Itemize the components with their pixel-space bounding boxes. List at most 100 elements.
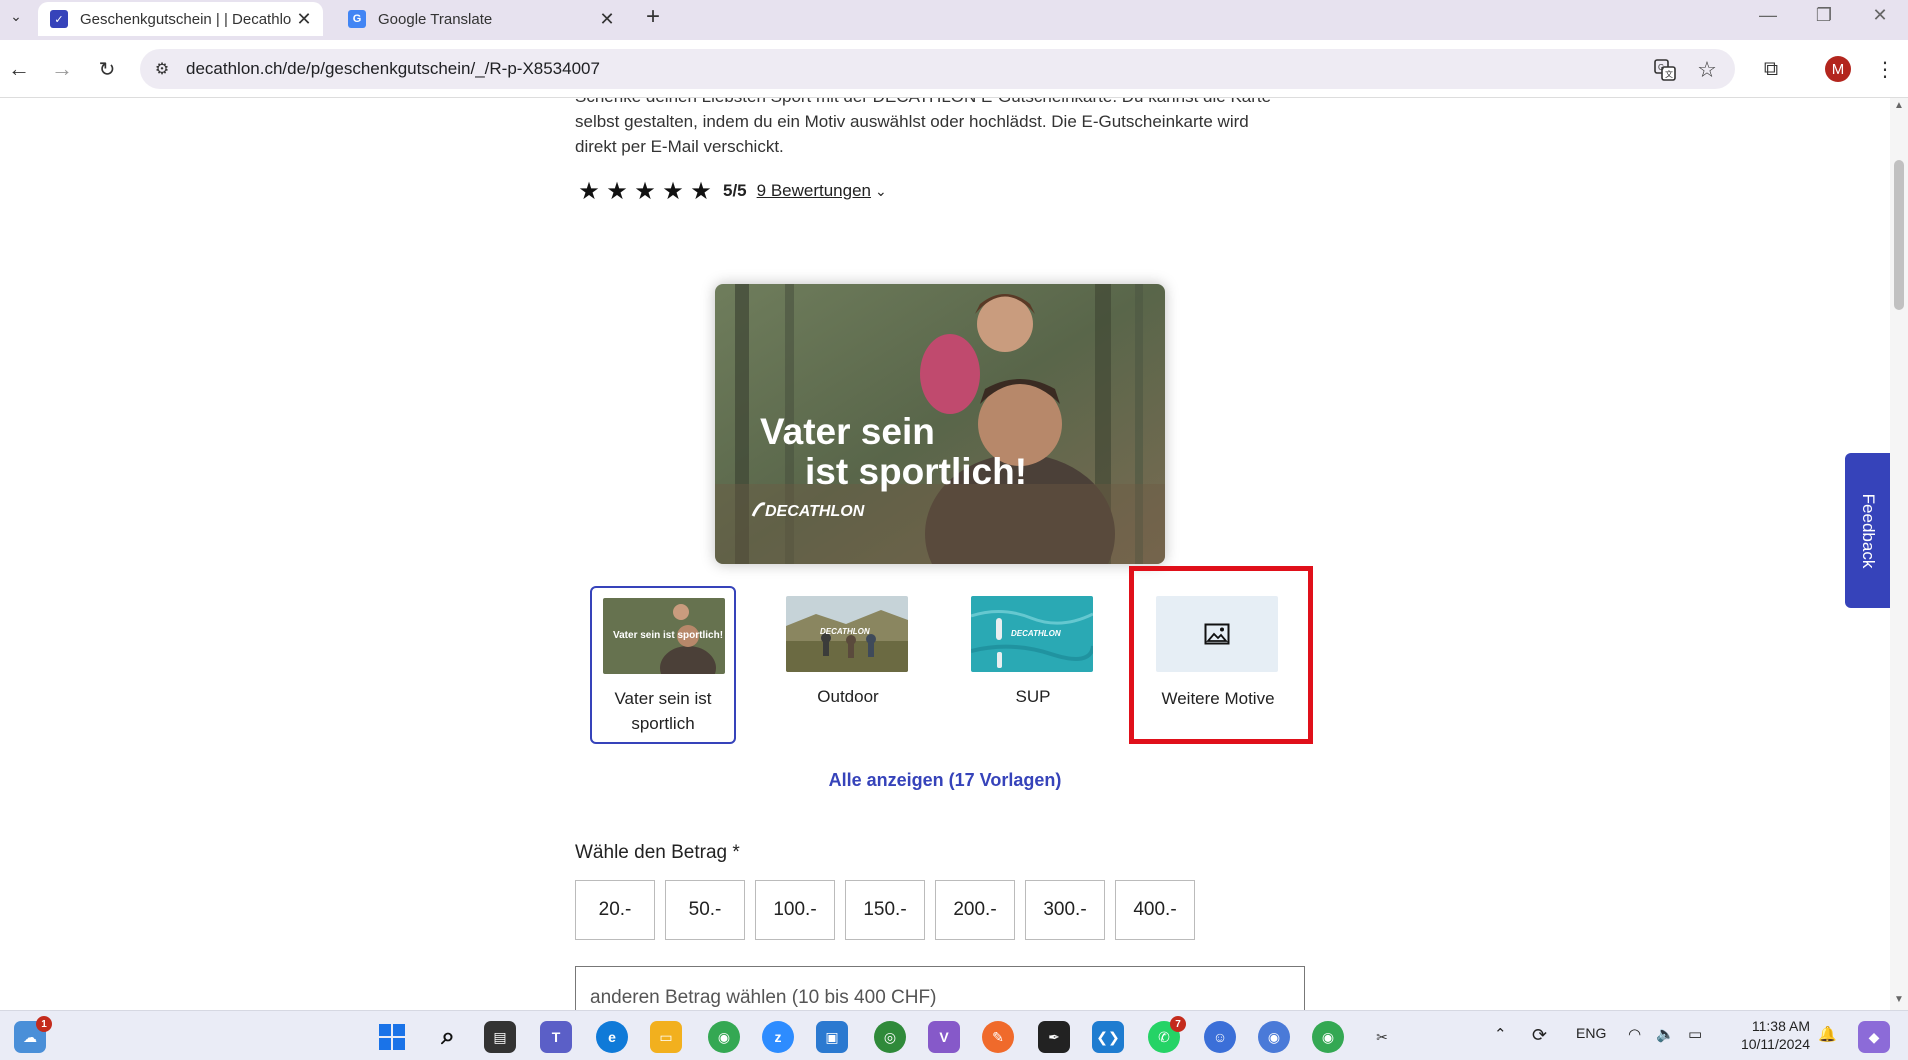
clock[interactable]: 11:38 AM 10/11/2024 xyxy=(1728,1017,1810,1053)
page-scrollbar[interactable]: ▲ ▼ xyxy=(1890,98,1908,1010)
rating-score: 5/5 xyxy=(723,181,747,200)
close-window-icon[interactable]: ✕ xyxy=(1852,0,1908,30)
minimize-icon[interactable]: — xyxy=(1740,0,1796,30)
decathlon-favicon-icon: ✓ xyxy=(50,10,68,28)
hero-line2: ist sportlich! xyxy=(805,451,1027,492)
tab-decathlon[interactable]: ✓ Geschenkgutschein | | Decathlo ✕ xyxy=(38,2,323,36)
thumb-sup: DECATHLON xyxy=(971,596,1093,672)
reload-icon[interactable]: ↻ xyxy=(92,54,122,84)
weather-widget-icon[interactable]: ☁ 1 xyxy=(14,1016,52,1053)
profile-avatar[interactable]: M xyxy=(1825,56,1851,82)
back-icon[interactable]: ← xyxy=(4,54,34,84)
scroll-down-icon[interactable]: ▼ xyxy=(1893,994,1905,1006)
whatsapp-icon[interactable]: ✆ 7 xyxy=(1148,1016,1186,1053)
page-content: Schenke deinen Liebsten Sport mit der DE… xyxy=(0,98,1890,1010)
bookmark-star-icon[interactable]: ☆ xyxy=(1694,57,1720,83)
tab-search-chevron-icon[interactable]: ⌄ xyxy=(4,4,28,28)
star-icon: ★ xyxy=(578,177,600,205)
url-text[interactable]: decathlon.ch/de/p/geschenkgutschein/_/R-… xyxy=(186,59,600,79)
thumb-outdoor-brand: DECATHLON xyxy=(820,627,870,636)
clock-date: 10/11/2024 xyxy=(1740,1036,1810,1052)
search-icon[interactable]: ⌕ xyxy=(432,1021,464,1053)
notification-bell-icon[interactable]: 🔔 xyxy=(1818,1025,1837,1043)
menu-kebab-icon[interactable]: ⋮ xyxy=(1870,54,1900,84)
paint-icon[interactable]: ✎ xyxy=(982,1021,1014,1053)
close-tab-icon[interactable]: ✕ xyxy=(293,8,315,30)
file-explorer-icon[interactable]: ▭ xyxy=(650,1021,682,1053)
other-amount-input[interactable]: anderen Betrag wählen (10 bis 400 CHF) xyxy=(575,966,1305,1010)
restore-icon[interactable]: ❐ xyxy=(1796,0,1852,30)
remote-desktop-icon[interactable]: ▣ xyxy=(816,1021,848,1053)
clock-time: 11:38 AM xyxy=(1751,1018,1810,1034)
star-icon: ★ xyxy=(662,177,684,205)
teams-badge: 7 xyxy=(1170,1016,1186,1032)
windows-taskbar: ☁ 1 ⌕ ▤ T e ▭ ◉ z ▣ ◎ V ✎ ✒ ❮❯ ✆ 7 ☺ ◉ ◉ ✂… xyxy=(0,1010,1908,1060)
tab-strip: ⌄ ✓ Geschenkgutschein | | Decathlo ✕ G G… xyxy=(0,0,1908,40)
snipping-tool-icon[interactable]: ✂ xyxy=(1366,1021,1398,1053)
amount-button[interactable]: 150.- xyxy=(845,880,925,940)
sync-icon[interactable]: ⟳ xyxy=(1532,1025,1547,1046)
wifi-icon[interactable]: ◠ xyxy=(1628,1025,1641,1043)
star-icon: ★ xyxy=(634,177,656,205)
app-icon[interactable]: ◎ xyxy=(874,1021,906,1053)
chevron-up-icon[interactable]: ⌃ xyxy=(1494,1025,1507,1043)
browser-toolbar: ← → ↻ ⚙ decathlon.ch/de/p/geschenkgutsch… xyxy=(0,40,1908,98)
battery-icon[interactable]: ▭ xyxy=(1688,1025,1702,1043)
site-info-icon[interactable]: ⚙ xyxy=(150,57,174,81)
amount-button[interactable]: 200.- xyxy=(935,880,1015,940)
amount-button[interactable]: 50.- xyxy=(665,880,745,940)
teams-icon[interactable]: T xyxy=(540,1021,572,1053)
scrollbar-thumb[interactable] xyxy=(1894,160,1904,310)
design-tile-sup[interactable]: DECATHLON SUP xyxy=(960,586,1106,744)
show-all-templates-link[interactable]: Alle anzeigen (17 Vorlagen) xyxy=(0,770,1890,791)
star-icon: ★ xyxy=(690,177,712,205)
hero-brand: DECATHLON xyxy=(765,503,865,520)
chrome-icon[interactable]: ◉ xyxy=(708,1021,740,1053)
scroll-up-icon[interactable]: ▲ xyxy=(1893,100,1905,112)
zoom-icon[interactable]: z xyxy=(762,1021,794,1053)
close-tab-icon[interactable]: ✕ xyxy=(596,8,618,30)
svg-text:G: G xyxy=(1658,63,1664,72)
weather-badge: 1 xyxy=(36,1016,52,1032)
start-menu-icon[interactable] xyxy=(376,1021,408,1053)
design-tile-outdoor[interactable]: DECATHLON Outdoor xyxy=(775,586,921,744)
pen-app-icon[interactable]: ✒ xyxy=(1038,1021,1070,1053)
amount-button[interactable]: 400.- xyxy=(1115,880,1195,940)
translate-page-icon[interactable]: G文 xyxy=(1652,57,1678,83)
task-view-icon[interactable]: ▤ xyxy=(484,1021,516,1053)
google-translate-favicon-icon: G xyxy=(348,10,366,28)
tab-google-translate[interactable]: G Google Translate ✕ xyxy=(336,2,626,36)
chrome-profile-icon[interactable]: ◉ xyxy=(1312,1021,1344,1053)
intro-text: Schenke deinen Liebsten Sport mit der DE… xyxy=(575,98,1271,156)
forward-icon[interactable]: → xyxy=(47,54,77,84)
amount-button[interactable]: 20.- xyxy=(575,880,655,940)
feedback-label: Feedback xyxy=(1858,493,1878,568)
feedback-tab[interactable]: Feedback xyxy=(1845,453,1890,608)
copilot-icon[interactable]: ◆ xyxy=(1858,1021,1890,1053)
chevron-down-icon[interactable]: ⌄ xyxy=(875,183,887,200)
tab-title: Google Translate xyxy=(378,10,493,28)
tab-title: Geschenkgutschein | | Decathlo xyxy=(80,10,292,28)
thumb-sup-brand: DECATHLON xyxy=(1011,629,1061,638)
volume-icon[interactable]: 🔈 xyxy=(1656,1025,1675,1043)
reviews-link[interactable]: 9 Bewertungen xyxy=(757,181,871,201)
vscode-icon[interactable]: ❮❯ xyxy=(1092,1021,1124,1053)
amount-button[interactable]: 300.- xyxy=(1025,880,1105,940)
extensions-icon[interactable]: ⧉ xyxy=(1756,54,1786,84)
visual-studio-icon[interactable]: V xyxy=(928,1021,960,1053)
edge-icon[interactable]: e xyxy=(596,1021,628,1053)
language-indicator[interactable]: ENG xyxy=(1576,1025,1606,1041)
thumb-vater-text: Vater sein ist sportlich! xyxy=(613,630,723,641)
gift-card-preview: Vater sein ist sportlich! DECATHLON xyxy=(715,284,1165,564)
address-bar[interactable]: ⚙ decathlon.ch/de/p/geschenkgutschein/_/… xyxy=(140,49,1735,89)
amount-button[interactable]: 100.- xyxy=(755,880,835,940)
new-tab-button[interactable]: + xyxy=(640,3,666,30)
app-icon[interactable]: ◉ xyxy=(1258,1021,1290,1053)
design-tile-vater[interactable]: Vater sein ist sportlich! Vater sein ist… xyxy=(590,586,736,744)
app-icon[interactable]: ☺ xyxy=(1204,1021,1236,1053)
annotation-highlight-box xyxy=(1129,566,1313,744)
svg-text:文: 文 xyxy=(1665,69,1673,79)
tile-label: SUP xyxy=(1015,687,1051,706)
tile-label: Outdoor xyxy=(817,687,879,706)
tile-label: Vater sein ist sportlich xyxy=(614,689,712,733)
